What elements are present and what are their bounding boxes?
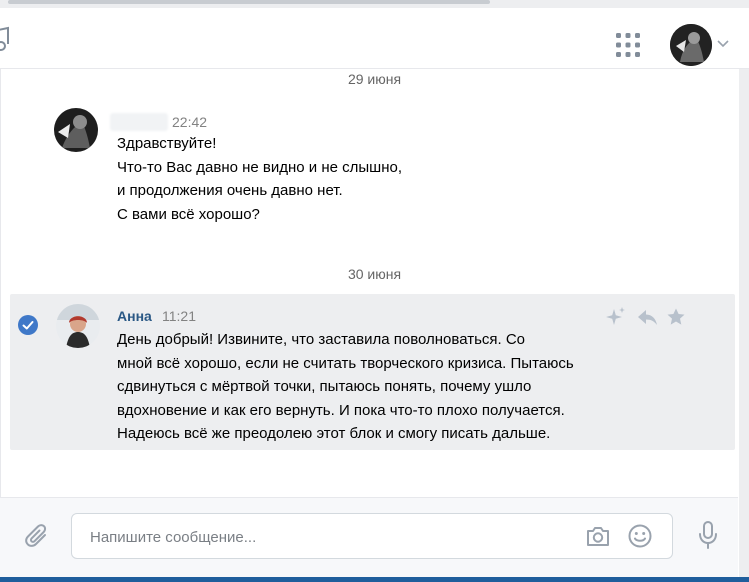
window-top-strip <box>0 0 749 8</box>
microphone-icon[interactable] <box>697 520 719 550</box>
header <box>0 8 749 69</box>
sender-avatar[interactable] <box>54 108 98 152</box>
message-composer <box>0 497 738 578</box>
taskbar-edge <box>0 577 749 582</box>
horizontal-scrollbar[interactable] <box>8 0 490 4</box>
message-time: 11:21 <box>162 308 196 324</box>
profile-avatar[interactable] <box>670 24 712 66</box>
message-text: День добрый! Извините, что заставила пов… <box>117 331 574 442</box>
message-time: 22:42 <box>172 114 208 130</box>
smile-icon[interactable] <box>627 523 653 549</box>
message-input-box[interactable] <box>71 513 673 560</box>
scroll-gutter <box>739 69 749 582</box>
author-name[interactable]: Анна <box>117 308 152 324</box>
chevron-down-icon[interactable] <box>717 38 729 48</box>
author-avatar[interactable] <box>56 304 100 348</box>
sparkle-icon[interactable] <box>605 306 627 328</box>
star-icon[interactable] <box>666 306 686 328</box>
sender-name-redacted <box>110 113 168 131</box>
apps-grid-icon[interactable] <box>616 33 640 57</box>
message-input[interactable] <box>88 514 572 560</box>
message-text: Здравствуйте! Что-то Вас давно не видно … <box>117 135 403 223</box>
paperclip-icon[interactable] <box>24 522 52 552</box>
date-separator: 30 июня <box>347 266 402 282</box>
date-separator: 29 июня <box>347 71 402 87</box>
reply-icon[interactable] <box>636 306 658 328</box>
camera-icon[interactable] <box>585 524 611 548</box>
music-note-icon[interactable] <box>0 26 10 52</box>
selected-check-icon[interactable] <box>18 315 38 335</box>
